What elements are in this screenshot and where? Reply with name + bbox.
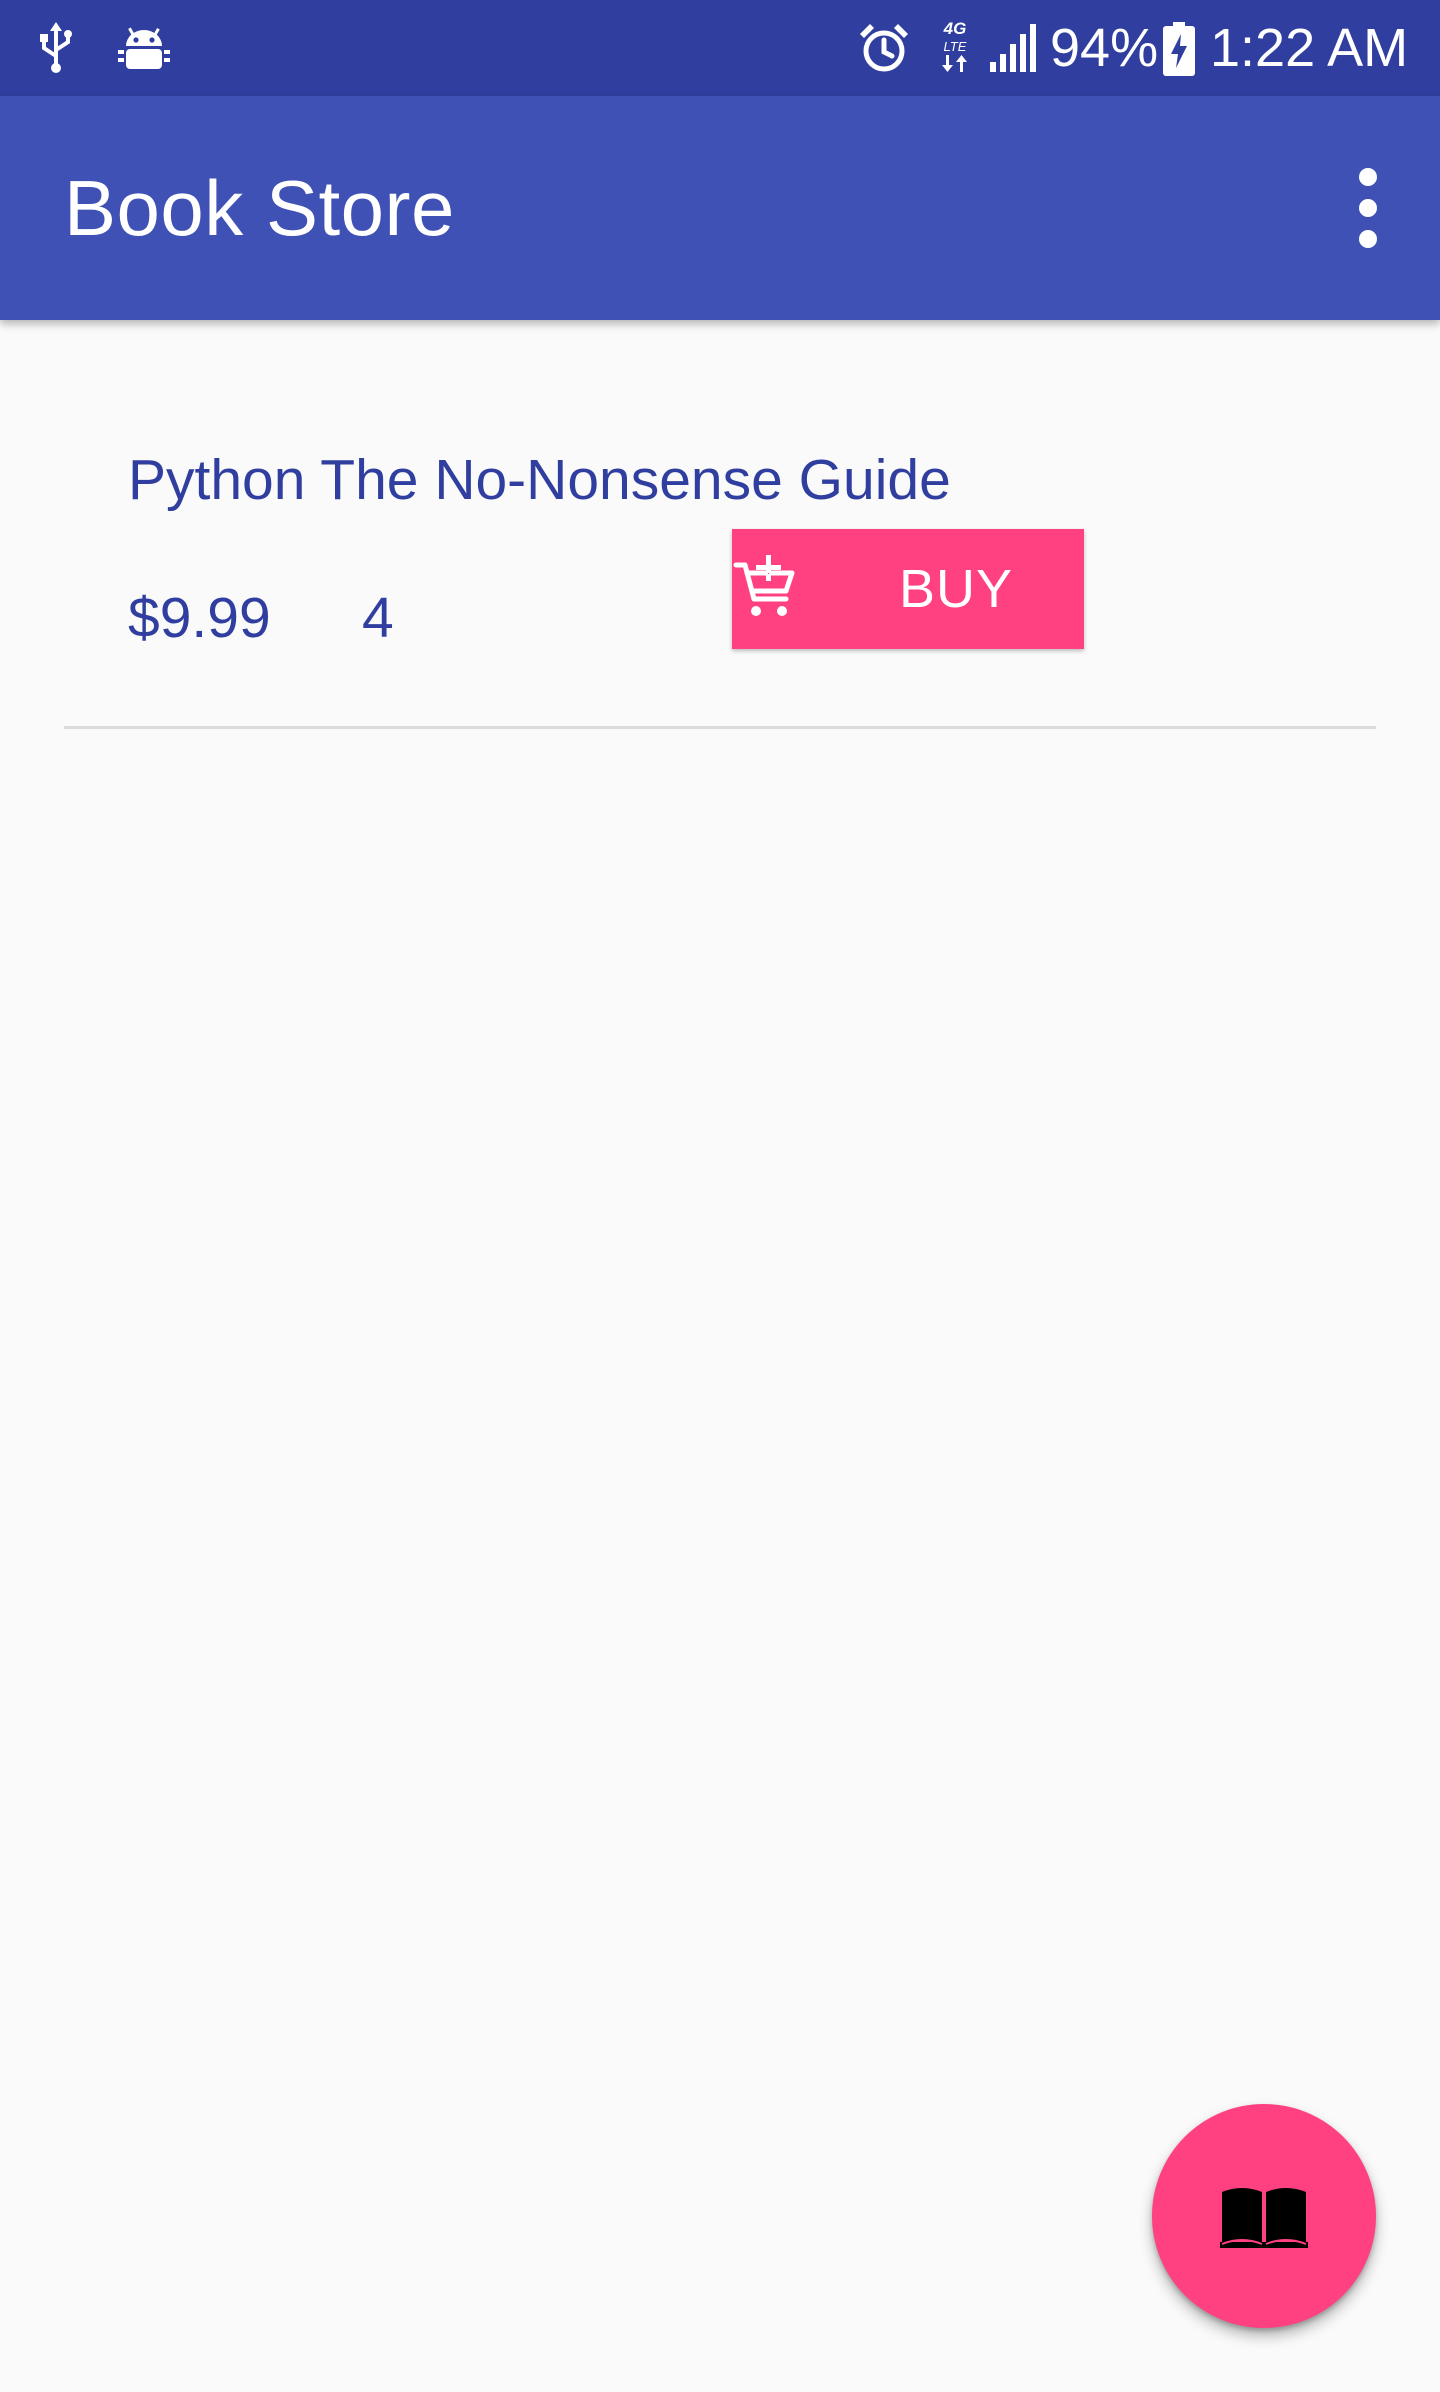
svg-text:LTE: LTE: [944, 39, 967, 54]
buy-button-label: BUY: [898, 559, 1014, 619]
book-open-icon: [1220, 2188, 1308, 2248]
alarm-icon: [860, 24, 908, 72]
app-title: Book Store: [64, 164, 455, 252]
svg-text:4G: 4G: [943, 19, 967, 38]
book-title: Python The No-Nonsense Guide: [128, 448, 951, 512]
book-list: Python The No-Nonsense Guide $9.99 4 BUY: [0, 320, 1440, 2392]
android-debug-icon: [118, 27, 170, 69]
status-bar: 4G LTE 94% 1:22 AM: [0, 0, 1440, 96]
more-vertical-icon[interactable]: [1320, 152, 1416, 264]
buy-button[interactable]: BUY: [732, 529, 1084, 649]
add-book-fab[interactable]: [1152, 2104, 1376, 2328]
book-quantity: 4: [362, 586, 394, 650]
clock-time: 1:22 AM: [1210, 18, 1409, 78]
add-shopping-cart-icon: [733, 555, 795, 616]
app-bar: Book Store: [0, 96, 1440, 320]
battery-percent: 94%: [1050, 18, 1159, 78]
signal-icon: [990, 24, 1036, 72]
item-divider: [64, 726, 1376, 729]
battery-charging-icon: [1163, 22, 1195, 76]
usb-icon: [40, 22, 72, 73]
network-4g-lte-icon: 4G LTE: [942, 19, 967, 72]
list-item: Python The No-Nonsense Guide $9.99 4 BUY: [64, 320, 1376, 730]
book-price: $9.99: [128, 586, 271, 650]
